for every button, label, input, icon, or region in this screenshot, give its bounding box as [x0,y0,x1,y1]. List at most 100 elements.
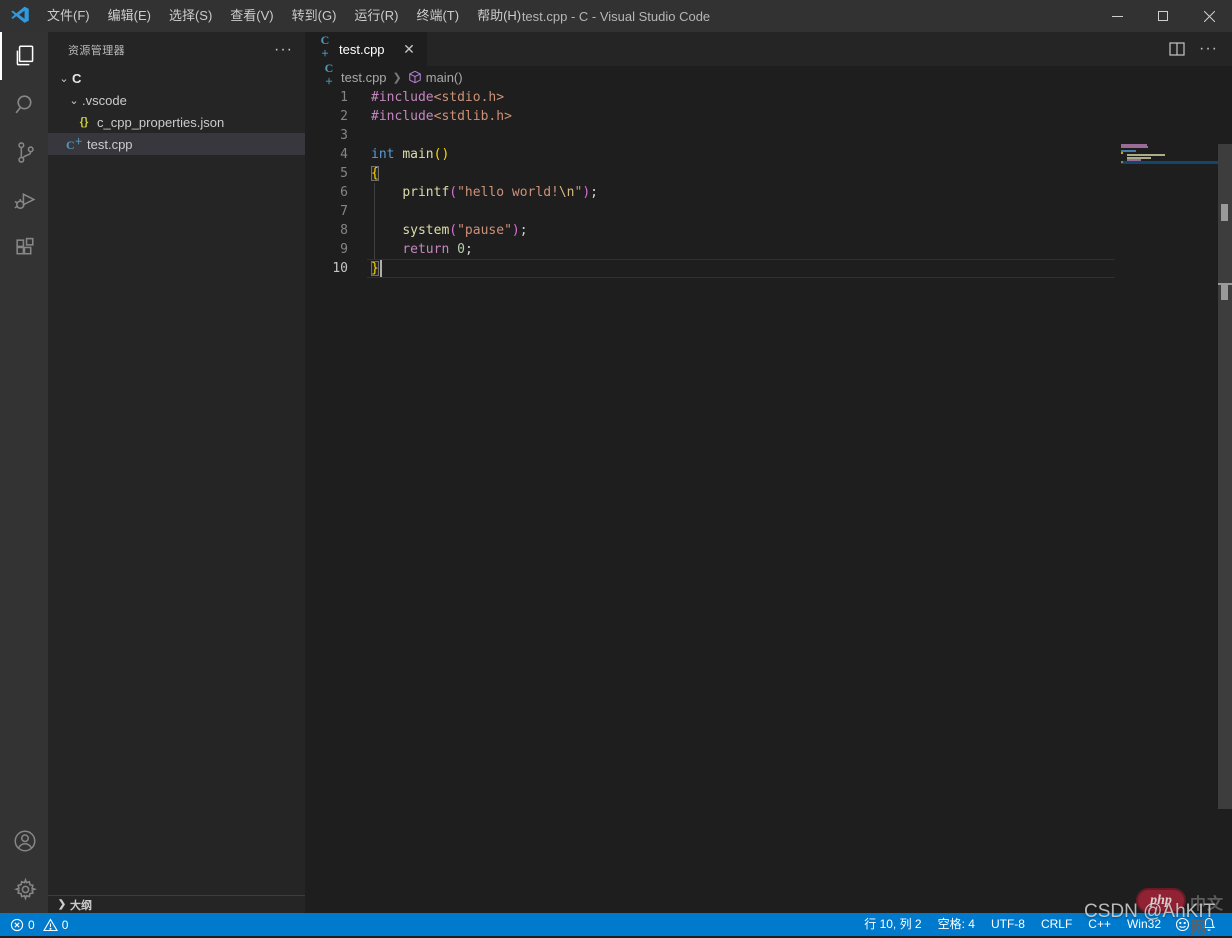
json-file-icon: {} [76,116,92,128]
window-controls [1094,0,1232,32]
notifications-bell-icon[interactable] [1196,913,1222,936]
code-token: int [371,147,394,162]
code-token: 0 [457,242,465,257]
editor-actions: ··· [1169,32,1232,66]
account-icon[interactable] [0,817,48,865]
menu-item-5[interactable]: 运行(R) [345,0,407,32]
code-token: #include [371,109,434,124]
code-token: return [402,242,449,257]
extensions-icon[interactable] [0,224,48,272]
line-number: 6 [305,183,348,202]
menu-item-0[interactable]: 文件(F) [38,0,99,32]
menu-item-4[interactable]: 转到(G) [283,0,346,32]
problems-status[interactable]: 0 0 [10,918,68,932]
tree-item-label: .vscode [82,93,127,108]
code-token [371,223,402,238]
code-token: #include [371,90,434,105]
maximize-button[interactable] [1140,0,1186,32]
code-token: { [371,166,379,181]
menu-item-3[interactable]: 查看(V) [221,0,282,32]
status-encoding[interactable]: UTF-8 [983,913,1033,936]
status-bar: 0 0 行 10, 列 2空格: 4UTF-8CRLFC++Win32 [0,913,1232,936]
code-line-9: 9 return 0; [305,240,1232,259]
code-text [348,126,371,145]
code-token: <stdio.h> [434,90,504,105]
code-token: () [434,147,450,162]
chevron-right-icon: ❯ [54,899,70,910]
explorer-icon[interactable] [0,32,48,80]
minimap-line [1121,146,1148,148]
code-token: printf [402,185,449,200]
line-number: 5 [305,164,348,183]
editor-pane: C＋ test.cpp ✕ ··· C＋test.cpp❯main() 1#in… [305,32,1232,913]
status-platform[interactable]: Win32 [1119,913,1169,936]
sidebar-explorer: 资源管理器 ··· ⌄C⌄.vscode{}c_cpp_properties.j… [48,32,305,913]
status-eol-sequence[interactable]: CRLF [1033,913,1080,936]
vscode-logo-icon [10,6,30,26]
sidebar-header: 资源管理器 ··· [48,32,305,67]
error-count: 0 [28,918,35,932]
tree-item-test-cpp[interactable]: C＋test.cpp [48,133,305,155]
status-language-mode[interactable]: C++ [1080,913,1119,936]
code-editor[interactable]: 1#include<stdio.h>2#include<stdlib.h>34i… [305,88,1232,913]
close-button[interactable] [1186,0,1232,32]
overview-ruler-cursor-marker [1221,285,1228,300]
file-tree: ⌄C⌄.vscode{}c_cpp_properties.jsonC＋test.… [48,67,305,155]
menu-item-1[interactable]: 编辑(E) [99,0,160,32]
minimap[interactable] [1121,144,1218,904]
search-icon[interactable] [0,80,48,128]
code-token: "pause" [457,223,512,238]
feedback-smiley-icon[interactable] [1169,913,1196,936]
code-text: { [348,164,379,183]
code-text [348,202,371,221]
run-debug-icon[interactable] [0,176,48,224]
code-line-1: 1 #include<stdio.h> [305,88,1232,107]
code-token: \n [559,185,575,200]
line-number: 1 [305,88,348,107]
breadcrumb-label: test.cpp [341,70,387,85]
tab-close-icon[interactable]: ✕ [399,41,419,58]
minimap-line [1127,154,1165,156]
code-token: ; [520,223,528,238]
warning-icon [43,918,58,932]
menu-item-2[interactable]: 选择(S) [160,0,221,32]
menu-item-6[interactable]: 终端(T) [407,0,468,32]
tree-item--vscode[interactable]: ⌄.vscode [48,89,305,111]
code-token: main [402,147,433,162]
code-token: ; [465,242,473,257]
split-editor-icon[interactable] [1169,42,1185,56]
line-number: 2 [305,107,348,126]
explorer-more-actions-icon[interactable]: ··· [274,45,293,55]
source-control-icon[interactable] [0,128,48,176]
more-actions-icon[interactable]: ··· [1199,45,1218,53]
tree-item-c-cpp-properties-json[interactable]: {} c_cpp_properties.json [48,111,305,133]
breadcrumb-label: main() [426,70,463,85]
activity-bar-spacer [0,272,48,817]
status-indentation[interactable]: 空格: 4 [930,913,983,936]
breadcrumb-item-1[interactable]: main() [408,70,463,85]
code-token: ) [512,223,520,238]
code-token: ( [449,223,457,238]
code-line-2: 2#include<stdlib.h> [305,107,1232,126]
status-right: 行 10, 列 2空格: 4UTF-8CRLFC++Win32 [856,913,1169,936]
code-line-10: 10} [305,259,1232,278]
tree-item-c[interactable]: ⌄C [48,67,305,89]
scrollbar-thumb[interactable] [1218,144,1232,809]
chevron-down-icon: ⌄ [56,72,72,85]
code-line-4: 4int main() [305,145,1232,164]
code-text: printf("hello world!\n"); [348,183,598,202]
minimize-button[interactable] [1094,0,1140,32]
tree-item-label: c_cpp_properties.json [97,115,224,130]
status-cursor-position[interactable]: 行 10, 列 2 [856,913,929,936]
settings-gear-icon[interactable] [0,865,48,913]
outline-section-header[interactable]: ❯ 大纲 [48,895,305,913]
line-number: 7 [305,202,348,221]
menu-bar: 文件(F)编辑(E)选择(S)查看(V)转到(G)运行(R)终端(T)帮助(H) [38,0,530,32]
vertical-scrollbar[interactable] [1218,144,1232,913]
code-line-5: 5{ [305,164,1232,183]
code-line-8: 8 system("pause"); [305,221,1232,240]
menu-item-7[interactable]: 帮助(H) [468,0,530,32]
minimap-current-line [1121,161,1218,164]
line-number: 9 [305,240,348,259]
code-line-7: 7 [305,202,1232,221]
